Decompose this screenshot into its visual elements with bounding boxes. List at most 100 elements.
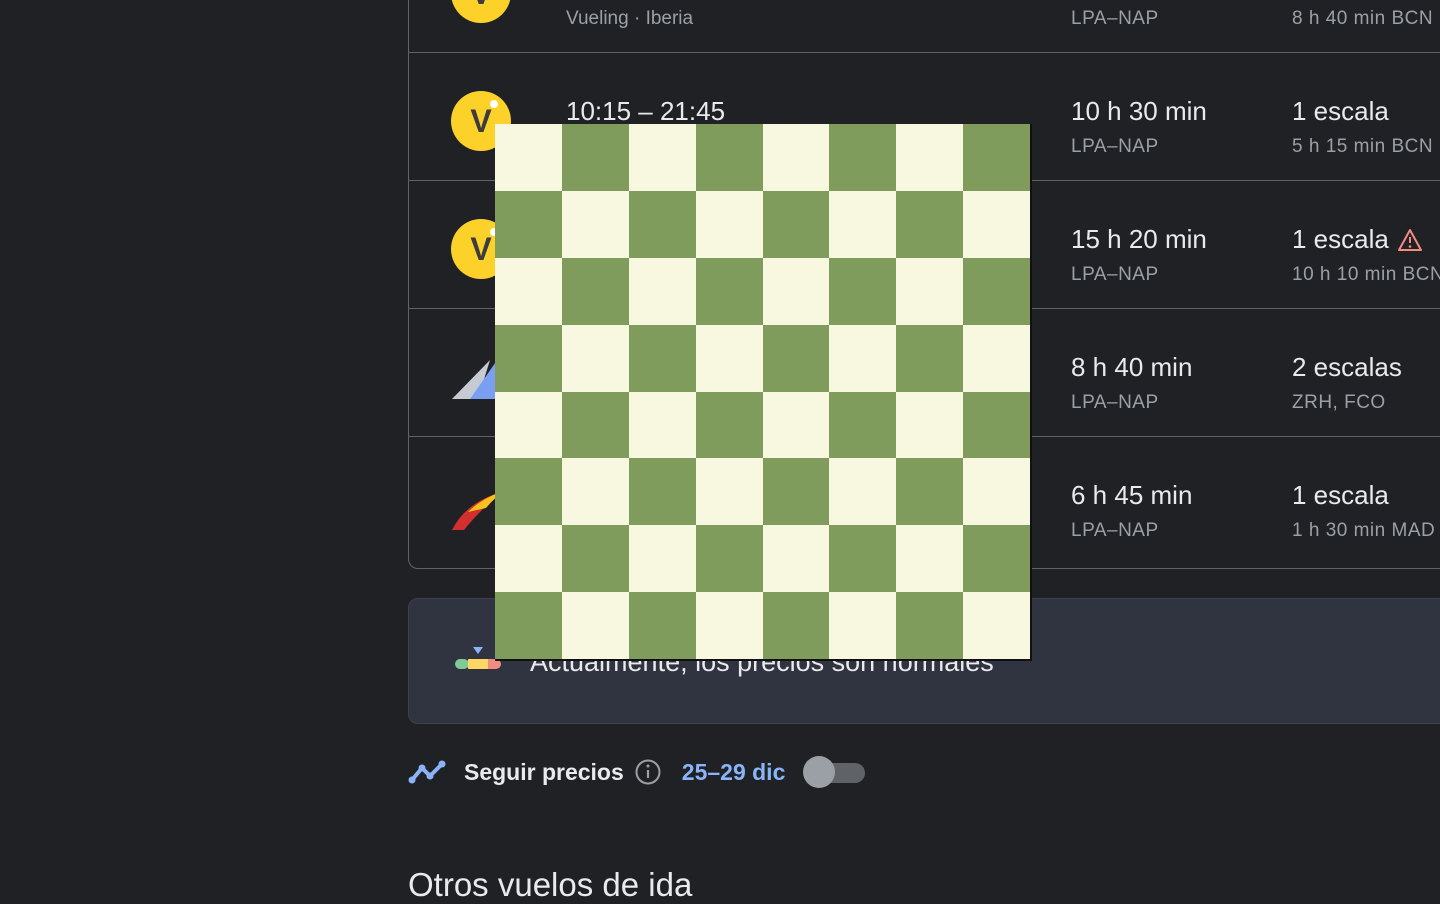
board-square bbox=[495, 190, 562, 258]
board-square bbox=[963, 458, 1030, 526]
board-square bbox=[495, 458, 562, 526]
stops-label: 1 escala bbox=[1292, 480, 1389, 510]
flight-duration: 8 h 40 min bbox=[1071, 352, 1193, 382]
toggle-knob bbox=[803, 756, 836, 788]
checkerboard-overlay bbox=[495, 124, 1032, 661]
flight-stops: 1 escala bbox=[1292, 480, 1389, 511]
stop-detail: 8 h 40 min BCN bbox=[1292, 8, 1434, 29]
board-square bbox=[628, 391, 696, 459]
flight-route: LPA–NAP bbox=[1071, 264, 1159, 285]
board-square bbox=[695, 391, 763, 459]
board-square bbox=[829, 257, 897, 325]
airline-name: Vueling · Iberia bbox=[566, 8, 694, 29]
stop-detail: ZRH, FCO bbox=[1292, 392, 1386, 413]
board-square bbox=[963, 592, 1030, 659]
board-square bbox=[896, 124, 964, 191]
board-square bbox=[829, 592, 897, 659]
vueling-logo: V bbox=[451, 0, 511, 23]
board-square bbox=[762, 257, 830, 325]
board-square bbox=[762, 324, 830, 392]
board-square bbox=[963, 324, 1030, 392]
board-square bbox=[628, 525, 696, 593]
board-square bbox=[495, 124, 562, 191]
board-square bbox=[495, 592, 562, 659]
flight-stops: 2 escalas bbox=[1292, 352, 1402, 383]
board-square bbox=[963, 124, 1030, 191]
board-square bbox=[628, 324, 696, 392]
board-square bbox=[628, 124, 696, 191]
trend-line-icon bbox=[408, 760, 446, 784]
board-square bbox=[762, 391, 830, 459]
flight-route: LPA–NAP bbox=[1071, 8, 1159, 29]
board-square bbox=[963, 190, 1030, 258]
flight-duration: 6 h 45 min bbox=[1071, 480, 1193, 510]
board-square bbox=[762, 592, 830, 659]
svg-text:V: V bbox=[470, 103, 492, 139]
board-square bbox=[561, 190, 629, 258]
stops-label: 2 escalas bbox=[1292, 352, 1402, 382]
stop-detail: 1 h 30 min MAD bbox=[1292, 520, 1436, 541]
board-square bbox=[628, 458, 696, 526]
board-square bbox=[896, 592, 964, 659]
board-square bbox=[829, 324, 897, 392]
board-square bbox=[695, 124, 763, 191]
board-square bbox=[695, 592, 763, 659]
board-square bbox=[829, 124, 897, 191]
board-square bbox=[695, 458, 763, 526]
flight-row[interactable]: V Vueling · Iberia LPA–NAP 8 h 40 min BC… bbox=[409, 0, 1440, 53]
board-square bbox=[695, 257, 763, 325]
stops-label: 1 escala bbox=[1292, 96, 1389, 126]
board-square bbox=[628, 592, 696, 659]
board-square bbox=[896, 190, 964, 258]
board-square bbox=[896, 525, 964, 593]
board-square bbox=[829, 525, 897, 593]
info-icon[interactable] bbox=[634, 758, 662, 786]
board-square bbox=[561, 257, 629, 325]
board-square bbox=[762, 458, 830, 526]
track-prices-label: Seguir precios bbox=[464, 758, 624, 785]
board-square bbox=[628, 190, 696, 258]
board-square bbox=[495, 324, 562, 392]
track-prices-dates[interactable]: 25–29 dic bbox=[682, 759, 786, 786]
svg-text:V: V bbox=[470, 231, 492, 267]
flight-times: 10:15 – 21:45 bbox=[566, 96, 726, 126]
board-square bbox=[963, 257, 1030, 325]
stop-detail: 10 h 10 min BCN bbox=[1292, 264, 1440, 285]
board-square bbox=[628, 257, 696, 325]
board-square bbox=[963, 391, 1030, 459]
board-square bbox=[561, 391, 629, 459]
board-square bbox=[829, 190, 897, 258]
board-square bbox=[495, 257, 562, 325]
flight-duration: 15 h 20 min bbox=[1071, 224, 1207, 254]
board-square bbox=[762, 190, 830, 258]
flight-stops: 1 escala bbox=[1292, 224, 1423, 255]
board-square bbox=[561, 124, 629, 191]
track-prices-row: Seguir precios 25–29 dic bbox=[408, 752, 866, 792]
board-square bbox=[695, 190, 763, 258]
board-square bbox=[896, 257, 964, 325]
board-square bbox=[561, 592, 629, 659]
other-flights-heading: Otros vuelos de ida bbox=[408, 866, 693, 903]
board-square bbox=[695, 525, 763, 593]
stop-detail: 5 h 15 min BCN bbox=[1292, 136, 1434, 157]
board-square bbox=[829, 391, 897, 459]
board-square bbox=[495, 391, 562, 459]
board-square bbox=[561, 324, 629, 392]
warning-icon[interactable] bbox=[1397, 228, 1423, 252]
board-square bbox=[495, 525, 562, 593]
board-square bbox=[561, 458, 629, 526]
board-square bbox=[963, 525, 1030, 593]
board-square bbox=[896, 458, 964, 526]
stops-label: 1 escala bbox=[1292, 224, 1389, 254]
flight-route: LPA–NAP bbox=[1071, 392, 1159, 413]
track-prices-toggle[interactable] bbox=[803, 755, 866, 789]
svg-text:V: V bbox=[470, 0, 492, 11]
flight-route: LPA–NAP bbox=[1071, 520, 1159, 541]
board-square bbox=[762, 124, 830, 191]
board-square bbox=[896, 391, 964, 459]
flight-stops: 1 escala bbox=[1292, 96, 1389, 127]
flight-duration: 10 h 30 min bbox=[1071, 96, 1207, 126]
board-square bbox=[695, 324, 763, 392]
board-square bbox=[561, 525, 629, 593]
board-square bbox=[829, 458, 897, 526]
